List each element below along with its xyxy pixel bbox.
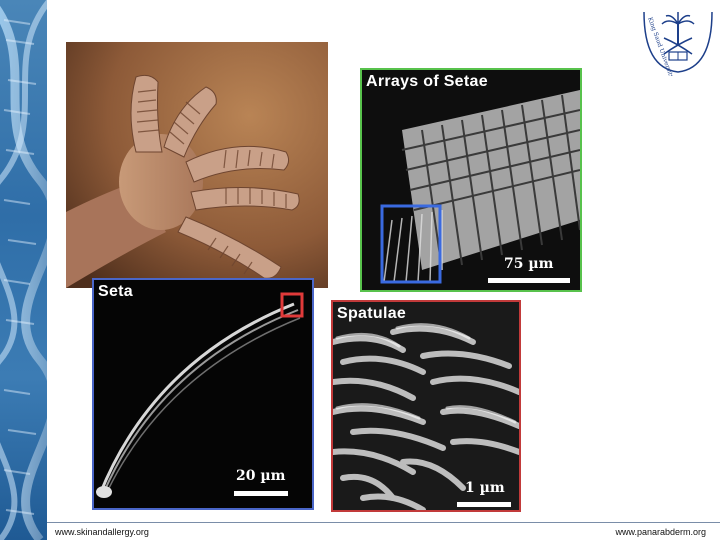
spatulae-title: Spatulae xyxy=(337,305,407,322)
svg-text:King Saud University: King Saud University xyxy=(646,16,675,76)
dna-banner xyxy=(0,0,47,540)
spatulae-panel: Spatulae 1 µm xyxy=(331,300,521,512)
seta-scale-label: 20 µm xyxy=(236,468,286,484)
gecko-foot-photo xyxy=(66,42,328,288)
seta-panel: Seta 20 µm xyxy=(92,278,314,510)
spatulae-scale-bar xyxy=(457,502,511,507)
university-seal: King Saud University xyxy=(638,4,718,80)
spatulae-scale-label: 1 µm xyxy=(465,480,505,496)
seta-scale-bar xyxy=(234,491,288,496)
setae-array-panel: Arrays of Setae 75 µm xyxy=(360,68,582,292)
setae-array-scale-label: 75 µm xyxy=(504,256,554,272)
gecko-foot-image xyxy=(66,42,328,288)
footer: www.skinandallergy.org www.panarabderm.o… xyxy=(47,522,720,540)
seta-title: Seta xyxy=(98,283,133,300)
palm-swords-logo: King Saud University xyxy=(643,11,713,80)
footer-right-url[interactable]: www.panarabderm.org xyxy=(615,527,706,537)
footer-left-url[interactable]: www.skinandallergy.org xyxy=(55,527,149,537)
slide: King Saud University Arrays of Setae 75 … xyxy=(0,0,720,540)
setae-array-title: Arrays of Setae xyxy=(366,73,488,90)
dna-helix-graphic xyxy=(0,0,47,540)
spatulae-sem-image xyxy=(333,302,519,510)
setae-array-scale-bar xyxy=(488,278,570,283)
